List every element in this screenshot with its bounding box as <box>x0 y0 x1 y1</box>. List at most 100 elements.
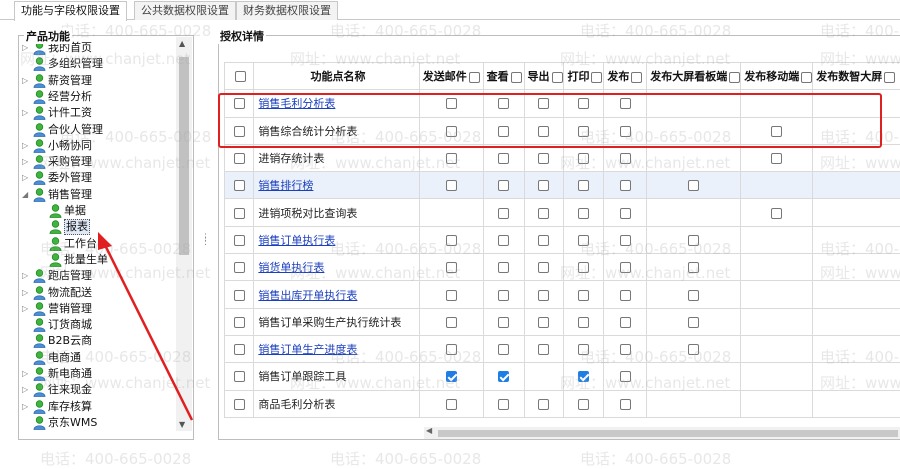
permission-checkbox[interactable] <box>498 371 509 382</box>
tree-node[interactable]: 报表 <box>38 219 172 235</box>
table-row[interactable]: 销售订单跟踪工具 <box>225 363 900 390</box>
permission-checkbox[interactable] <box>578 153 589 164</box>
row-select-checkbox[interactable] <box>234 290 245 301</box>
column-select-checkbox[interactable] <box>729 72 740 83</box>
permission-checkbox[interactable] <box>688 262 699 273</box>
tree-node[interactable]: 合伙人管理 <box>22 122 172 138</box>
permission-checkbox[interactable] <box>538 98 549 109</box>
permission-checkbox[interactable] <box>446 290 457 301</box>
permission-checkbox[interactable] <box>578 399 589 410</box>
permission-checkbox[interactable] <box>498 399 509 410</box>
permission-checkbox[interactable] <box>578 126 589 137</box>
expand-arrow-icon[interactable]: ▷ <box>22 399 32 415</box>
permission-checkbox[interactable] <box>620 371 631 382</box>
tree-node[interactable]: ▷库存核算 <box>22 399 172 415</box>
tree-node[interactable]: B2B云商 <box>22 333 172 349</box>
permission-checkbox[interactable] <box>620 399 631 410</box>
permission-checkbox[interactable] <box>620 153 631 164</box>
permission-checkbox[interactable] <box>498 344 509 355</box>
tree-node[interactable]: 单据 <box>38 203 172 219</box>
row-select-checkbox[interactable] <box>234 399 245 410</box>
permission-checkbox[interactable] <box>538 399 549 410</box>
tree-node[interactable]: ▷往来现金 <box>22 382 172 398</box>
row-select-checkbox[interactable] <box>234 180 245 191</box>
permission-checkbox[interactable] <box>578 317 589 328</box>
permission-checkbox[interactable] <box>446 98 457 109</box>
scroll-left-icon[interactable]: ◀ <box>426 426 432 435</box>
permission-checkbox[interactable] <box>578 180 589 191</box>
splitter-handle[interactable]: ⋮⋮ <box>201 236 207 246</box>
table-row[interactable]: 销售订单执行表 <box>225 226 900 253</box>
permission-checkbox[interactable] <box>578 98 589 109</box>
permission-checkbox[interactable] <box>446 344 457 355</box>
permission-checkbox[interactable] <box>578 290 589 301</box>
permission-checkbox[interactable] <box>620 290 631 301</box>
row-select-checkbox[interactable] <box>234 153 245 164</box>
permission-checkbox[interactable] <box>498 290 509 301</box>
permission-checkbox[interactable] <box>688 290 699 301</box>
permission-checkbox[interactable] <box>498 98 509 109</box>
permission-checkbox[interactable] <box>771 153 782 164</box>
column-select-checkbox[interactable] <box>511 72 522 83</box>
column-select-checkbox[interactable] <box>631 72 642 83</box>
row-select-checkbox[interactable] <box>234 208 245 219</box>
tree-node[interactable]: ▷薪资管理 <box>22 73 172 89</box>
column-select-checkbox[interactable] <box>591 72 602 83</box>
permission-checkbox[interactable] <box>620 235 631 246</box>
table-row[interactable]: 销货单执行表 <box>225 254 900 281</box>
tree-node[interactable]: ▷计件工资 <box>22 105 172 121</box>
permission-checkbox[interactable] <box>498 208 509 219</box>
permission-checkbox[interactable] <box>578 371 589 382</box>
function-name-link[interactable]: 销售排行榜 <box>258 179 313 192</box>
scroll-up-icon[interactable]: ▲ <box>179 39 185 48</box>
permission-checkbox[interactable] <box>446 153 457 164</box>
tab-finance-data-permissions[interactable]: 财务数据权限设置 <box>236 1 338 20</box>
permission-checkbox[interactable] <box>538 317 549 328</box>
tree-node[interactable]: 工作台 <box>38 236 172 252</box>
permission-checkbox[interactable] <box>688 180 699 191</box>
tree-scrollbar-thumb[interactable] <box>179 57 189 255</box>
table-row[interactable]: 销售出库开单执行表 <box>225 281 900 308</box>
tree-node[interactable]: ▷小畅协同 <box>22 138 172 154</box>
permission-checkbox[interactable] <box>688 235 699 246</box>
table-row[interactable]: 销售毛利分析表 <box>225 90 900 117</box>
permission-checkbox[interactable] <box>538 290 549 301</box>
tree-node[interactable]: 经营分析 <box>22 89 172 105</box>
row-select-checkbox[interactable] <box>234 317 245 328</box>
permission-checkbox[interactable] <box>446 235 457 246</box>
table-row[interactable]: 进销项税对比查询表 <box>225 199 900 226</box>
tab-public-data-permissions[interactable]: 公共数据权限设置 <box>134 1 236 20</box>
scroll-down-icon[interactable]: ▼ <box>179 420 185 429</box>
function-name-link[interactable]: 销售订单执行表 <box>258 234 335 247</box>
permission-checkbox[interactable] <box>578 262 589 273</box>
row-select-checkbox[interactable] <box>234 235 245 246</box>
permission-checkbox[interactable] <box>688 317 699 328</box>
permission-checkbox[interactable] <box>446 126 457 137</box>
permission-checkbox[interactable] <box>538 262 549 273</box>
table-row[interactable]: 进销存统计表 <box>225 144 900 171</box>
tree-node[interactable]: ▷新电商通 <box>22 366 172 382</box>
tree-node[interactable]: 批量生单 <box>38 252 172 268</box>
function-name-link[interactable]: 销售出库开单执行表 <box>258 289 357 302</box>
expand-arrow-icon[interactable]: ▷ <box>22 73 32 89</box>
tree-node[interactable]: ▷物流配送 <box>22 285 172 301</box>
row-select-checkbox[interactable] <box>234 262 245 273</box>
tree-node[interactable]: ◢销售管理 <box>22 187 172 203</box>
permission-checkbox[interactable] <box>446 262 457 273</box>
row-select-checkbox[interactable] <box>234 371 245 382</box>
permission-checkbox[interactable] <box>498 235 509 246</box>
permission-checkbox[interactable] <box>771 126 782 137</box>
permission-checkbox[interactable] <box>446 399 457 410</box>
grid-horizontal-scrollbar[interactable]: ◀ <box>424 427 900 439</box>
permission-checkbox[interactable] <box>620 344 631 355</box>
expand-arrow-icon[interactable]: ▷ <box>22 105 32 121</box>
column-select-checkbox[interactable] <box>469 72 480 83</box>
permission-checkbox[interactable] <box>446 371 457 382</box>
function-name-link[interactable]: 销货单执行表 <box>258 261 324 274</box>
table-row[interactable]: 销售排行榜 <box>225 172 900 199</box>
table-row[interactable]: 商品毛利分析表 <box>225 390 900 417</box>
tree-node[interactable]: 订货商城 <box>22 317 172 333</box>
permission-checkbox[interactable] <box>446 180 457 191</box>
permission-checkbox[interactable] <box>620 208 631 219</box>
tree-node[interactable]: 多组织管理 <box>22 56 172 72</box>
